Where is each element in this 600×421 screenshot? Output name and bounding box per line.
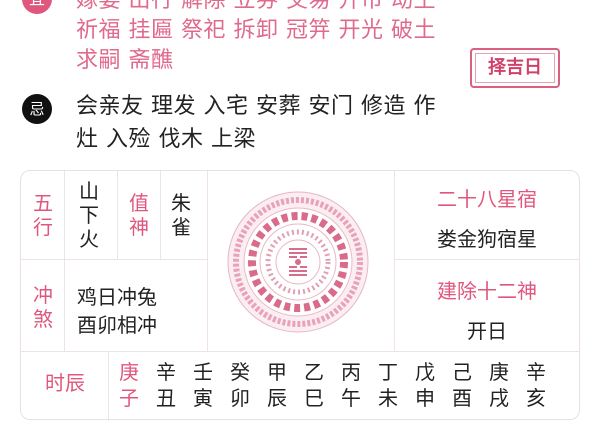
shichen-branch: 亥	[526, 386, 546, 410]
yi-line: 嫁娶 出行 解除 立券 交易 开市 动土	[76, 0, 436, 13]
ji-line: 灶 入殓 伐木 上梁	[76, 127, 256, 152]
shichen-column[interactable]: 己酉	[450, 359, 474, 411]
divider	[117, 171, 118, 259]
shichen-column[interactable]: 壬寅	[191, 359, 215, 411]
shichen-stem: 己	[452, 360, 472, 384]
shichen-stem: 癸	[230, 360, 250, 384]
shichen-column[interactable]: 癸卯	[228, 359, 252, 411]
wuxing-label: 五行	[33, 191, 53, 239]
chongsha-line: 酉卯相冲	[77, 313, 157, 337]
yi-badge: 宜	[22, 0, 52, 14]
shichen-branch: 戌	[489, 386, 509, 410]
xiu-title: 二十八星宿	[437, 187, 537, 211]
shichen-stem: 乙	[304, 360, 324, 384]
shichen-branch: 卯	[230, 386, 250, 410]
divider	[108, 351, 109, 421]
divider	[64, 171, 65, 351]
shichen-column[interactable]: 辛亥	[524, 359, 548, 411]
shichen-branch: 巳	[304, 386, 324, 410]
divider	[207, 171, 208, 351]
bagua-compass-icon	[227, 191, 369, 333]
shichen-stem: 庚	[489, 360, 509, 384]
divider	[160, 171, 161, 259]
shichen-branch: 酉	[452, 386, 472, 410]
shichen-label: 时辰	[45, 371, 85, 395]
divider	[21, 259, 207, 260]
yi-list: 嫁娶 出行 解除 立券 交易 开市 动土 祈福 挂匾 祭祀 拆卸 冠笄 开光 破…	[76, 0, 456, 76]
shichen-branch: 申	[415, 386, 435, 410]
yi-line: 祈福 挂匾 祭祀 拆卸 冠笄 开光 破土	[76, 18, 436, 43]
shichen-column[interactable]: 丙午	[339, 359, 363, 411]
shichen-branch: 子	[119, 386, 139, 410]
shichen-column[interactable]: 辛丑	[154, 359, 178, 411]
ji-badge: 忌	[22, 94, 52, 124]
jianchu-title: 建除十二神	[437, 279, 537, 303]
wuxing-value: 山下火	[79, 179, 99, 251]
zhishen-value: 朱雀	[171, 191, 191, 239]
shichen-branch: 午	[341, 386, 361, 410]
shichen-stem: 丙	[341, 360, 361, 384]
shichen-column[interactable]: 甲辰	[265, 359, 289, 411]
ji-line: 会亲友 理发 入宅 安葬 安门 修造 作	[76, 94, 436, 119]
shichen-stem: 丁	[378, 360, 398, 384]
shichen-stem: 壬	[193, 360, 213, 384]
shichen-column[interactable]: 乙巳	[302, 359, 326, 411]
xiu-value: 娄金狗宿星	[437, 227, 537, 251]
chongsha-label: 冲煞	[33, 283, 53, 331]
divider	[21, 351, 579, 352]
shichen-stem: 戊	[415, 360, 435, 384]
shichen-branch: 未	[378, 386, 398, 410]
shichen-branch: 辰	[267, 386, 287, 410]
shichen-stem: 辛	[156, 360, 176, 384]
shichen-column[interactable]: 庚戌	[487, 359, 511, 411]
choose-auspicious-day-label: 择吉日	[475, 53, 555, 83]
shichen-stem: 庚	[119, 360, 139, 384]
almanac-card: 五行 山下火 值神 朱雀 冲煞 鸡日冲兔 酉卯相冲 二十八星宿 娄金狗宿星 建除…	[20, 170, 580, 421]
divider	[394, 259, 580, 260]
shichen-stem: 甲	[267, 360, 287, 384]
shichen-column[interactable]: 戊申	[413, 359, 437, 411]
ji-list: 会亲友 理发 入宅 安葬 安门 修造 作 灶 入殓 伐木 上梁	[76, 90, 476, 156]
chongsha-line: 鸡日冲兔	[77, 285, 157, 309]
yi-ji-section: 宜 嫁娶 出行 解除 立券 交易 开市 动土 祈福 挂匾 祭祀 拆卸 冠笄 开光…	[0, 0, 600, 170]
shichen-branch: 寅	[193, 386, 213, 410]
choose-auspicious-day-button[interactable]: 择吉日	[470, 48, 560, 88]
jianchu-value: 开日	[467, 319, 507, 343]
shichen-column[interactable]: 庚子	[117, 359, 141, 411]
shichen-column[interactable]: 丁未	[376, 359, 400, 411]
shichen-stem: 辛	[526, 360, 546, 384]
shichen-branch: 丑	[156, 386, 176, 410]
yi-line: 求嗣 斋醮	[76, 48, 174, 73]
zhishen-label: 值神	[129, 191, 149, 239]
